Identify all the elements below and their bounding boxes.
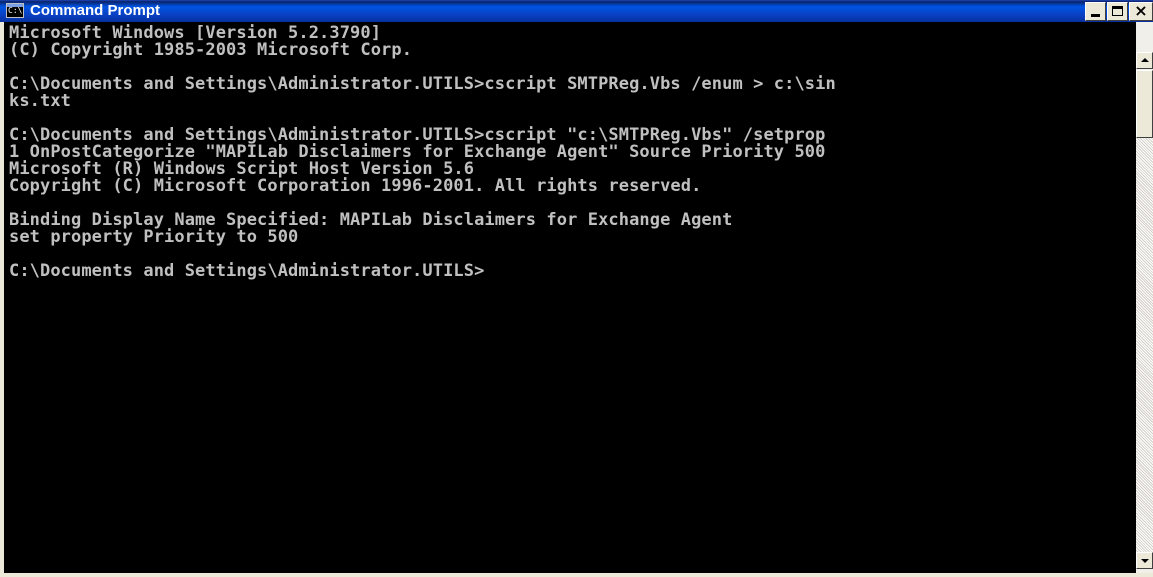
console-output[interactable]: Microsoft Windows [Version 5.2.3790] (C)… bbox=[4, 22, 1136, 573]
console-line: Copyright (C) Microsoft Corporation 1996… bbox=[9, 176, 702, 196]
scroll-up-button[interactable] bbox=[1136, 52, 1153, 69]
title-bar[interactable]: C:\ Command Prompt × bbox=[0, 0, 1153, 22]
console-lines: Microsoft Windows [Version 5.2.3790] (C)… bbox=[9, 25, 836, 280]
scroll-track[interactable] bbox=[1136, 138, 1153, 552]
scroll-down-button[interactable] bbox=[1136, 552, 1153, 569]
window-title: Command Prompt bbox=[30, 2, 161, 19]
command-prompt-window: C:\ Command Prompt × Microsoft Windows [… bbox=[0, 0, 1153, 577]
console-line: (C) Copyright 1985-2003 Microsoft Corp. bbox=[9, 40, 413, 60]
console-line: C:\Documents and Settings\Administrator.… bbox=[9, 74, 836, 94]
window-bottom-border bbox=[0, 573, 1153, 577]
console-line: set property Priority to 500 bbox=[9, 227, 299, 247]
command-prompt-icon[interactable]: C:\ bbox=[6, 3, 24, 18]
close-button[interactable]: × bbox=[1129, 2, 1153, 21]
minimize-button[interactable] bbox=[1085, 2, 1106, 21]
vertical-scrollbar[interactable] bbox=[1136, 22, 1153, 573]
console-line: ks.txt bbox=[9, 91, 72, 111]
arrow-up-icon bbox=[1141, 58, 1149, 62]
close-icon: × bbox=[1134, 1, 1148, 20]
maximize-icon bbox=[1112, 6, 1123, 16]
minimize-icon bbox=[1091, 14, 1100, 17]
maximize-button[interactable] bbox=[1107, 2, 1128, 21]
command-prompt-line[interactable]: C:\Documents and Settings\Administrator.… bbox=[9, 263, 836, 280]
arrow-down-icon bbox=[1141, 559, 1149, 563]
icon-glyph: C:\ bbox=[8, 6, 23, 15]
scroll-thumb[interactable] bbox=[1136, 70, 1153, 138]
